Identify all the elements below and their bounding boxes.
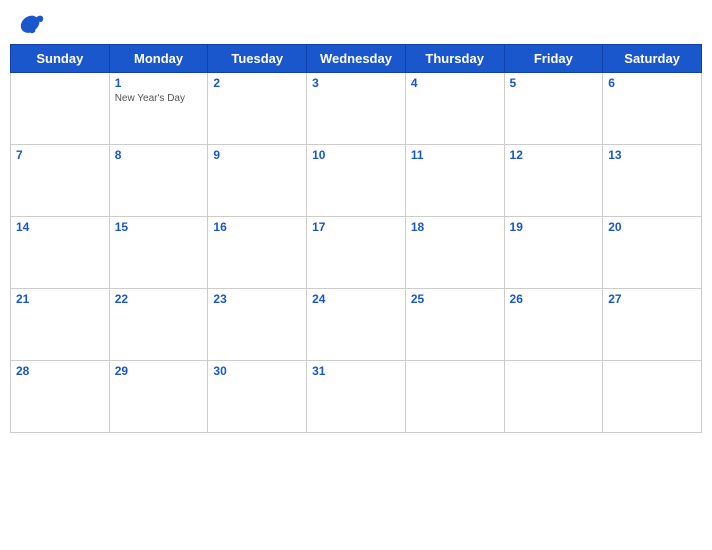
calendar-cell: 22 — [109, 289, 208, 361]
day-number: 6 — [608, 76, 696, 90]
weekday-header-thursday: Thursday — [405, 45, 504, 73]
calendar-cell: 13 — [603, 145, 702, 217]
weekday-header-wednesday: Wednesday — [307, 45, 406, 73]
calendar-cell: 15 — [109, 217, 208, 289]
day-number: 17 — [312, 220, 400, 234]
calendar-body: 1New Year's Day2345678910111213141516171… — [11, 73, 702, 433]
day-number: 22 — [115, 292, 203, 306]
weekday-header-row: SundayMondayTuesdayWednesdayThursdayFrid… — [11, 45, 702, 73]
calendar-week-row: 21 22 23 24 25 26 27 — [11, 289, 702, 361]
day-number: 16 — [213, 220, 301, 234]
logo-bird-icon — [18, 14, 46, 36]
calendar-cell: 5 — [504, 73, 603, 145]
day-number: 14 — [16, 220, 104, 234]
calendar-week-row: 28 29 30 31 — [11, 361, 702, 433]
calendar-cell: 30 — [208, 361, 307, 433]
day-number: 25 — [411, 292, 499, 306]
day-number: 3 — [312, 76, 400, 90]
day-number: 28 — [16, 364, 104, 378]
weekday-header-sunday: Sunday — [11, 45, 110, 73]
day-number: 7 — [16, 148, 104, 162]
calendar-cell: 27 — [603, 289, 702, 361]
calendar-cell: 24 — [307, 289, 406, 361]
day-number: 10 — [312, 148, 400, 162]
day-number: 19 — [510, 220, 598, 234]
calendar-cell: 16 — [208, 217, 307, 289]
calendar-cell: 4 — [405, 73, 504, 145]
calendar-cell: 20 — [603, 217, 702, 289]
weekday-header-friday: Friday — [504, 45, 603, 73]
calendar-cell — [504, 361, 603, 433]
holiday-label: New Year's Day — [115, 92, 203, 105]
calendar-week-row: 14 15 16 17 18 19 20 — [11, 217, 702, 289]
calendar-cell: 21 — [11, 289, 110, 361]
calendar-cell — [603, 361, 702, 433]
calendar-cell: 25 — [405, 289, 504, 361]
calendar-cell: 11 — [405, 145, 504, 217]
day-number: 29 — [115, 364, 203, 378]
calendar-cell: 29 — [109, 361, 208, 433]
calendar-cell: 8 — [109, 145, 208, 217]
calendar-cell: 23 — [208, 289, 307, 361]
day-number: 20 — [608, 220, 696, 234]
calendar-cell: 1 New Year's Day — [109, 73, 208, 145]
day-number: 9 — [213, 148, 301, 162]
calendar-cell: 2 — [208, 73, 307, 145]
calendar-header — [10, 10, 702, 44]
calendar-cell: 10 — [307, 145, 406, 217]
calendar-week-row: 789 10 11 12 13 — [11, 145, 702, 217]
calendar-cell: 17 — [307, 217, 406, 289]
calendar-cell: 12 — [504, 145, 603, 217]
day-number: 21 — [16, 292, 104, 306]
day-number: 18 — [411, 220, 499, 234]
logo — [18, 14, 50, 36]
weekday-header-tuesday: Tuesday — [208, 45, 307, 73]
calendar-cell: 9 — [208, 145, 307, 217]
day-number: 13 — [608, 148, 696, 162]
day-number: 11 — [411, 148, 499, 162]
weekday-header-saturday: Saturday — [603, 45, 702, 73]
calendar-wrapper: SundayMondayTuesdayWednesdayThursdayFrid… — [0, 0, 712, 550]
calendar-cell: 28 — [11, 361, 110, 433]
calendar-table: SundayMondayTuesdayWednesdayThursdayFrid… — [10, 44, 702, 433]
day-number: 8 — [115, 148, 203, 162]
day-number: 4 — [411, 76, 499, 90]
calendar-cell: 19 — [504, 217, 603, 289]
calendar-cell: 14 — [11, 217, 110, 289]
calendar-cell — [405, 361, 504, 433]
day-number: 24 — [312, 292, 400, 306]
day-number: 26 — [510, 292, 598, 306]
calendar-cell — [11, 73, 110, 145]
calendar-week-row: 1 New Year's Day 23456 — [11, 73, 702, 145]
calendar-cell: 3 — [307, 73, 406, 145]
calendar-cell: 26 — [504, 289, 603, 361]
weekday-header-monday: Monday — [109, 45, 208, 73]
day-number: 15 — [115, 220, 203, 234]
day-number: 30 — [213, 364, 301, 378]
calendar-cell: 18 — [405, 217, 504, 289]
calendar-cell: 6 — [603, 73, 702, 145]
calendar-thead: SundayMondayTuesdayWednesdayThursdayFrid… — [11, 45, 702, 73]
day-number: 2 — [213, 76, 301, 90]
day-number: 31 — [312, 364, 400, 378]
day-number: 23 — [213, 292, 301, 306]
calendar-cell: 31 — [307, 361, 406, 433]
day-number: 12 — [510, 148, 598, 162]
day-number: 1 — [115, 76, 203, 90]
calendar-cell: 7 — [11, 145, 110, 217]
day-number: 5 — [510, 76, 598, 90]
day-number: 27 — [608, 292, 696, 306]
